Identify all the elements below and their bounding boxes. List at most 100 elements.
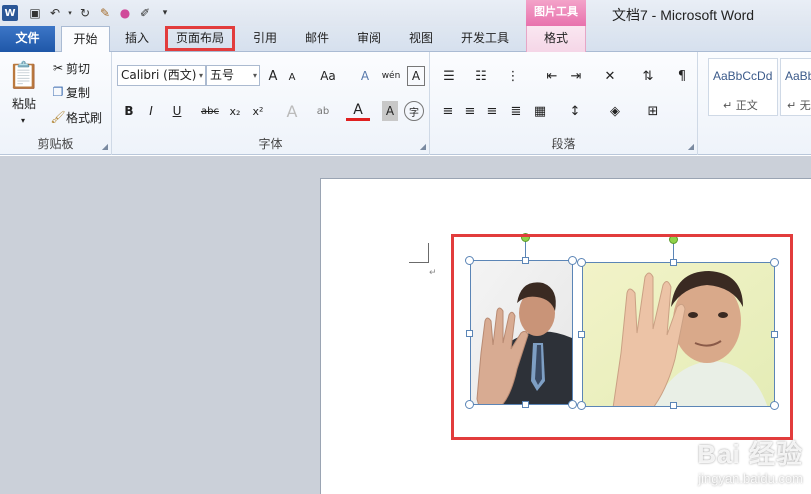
increase-indent-icon[interactable]: ⇥ <box>566 66 586 86</box>
tab-mailings[interactable]: 邮件 <box>297 26 337 52</box>
resize-handle[interactable] <box>770 401 779 410</box>
paste-dropdown-icon[interactable]: ▾ <box>16 114 30 126</box>
tab-developer[interactable]: 开发工具 <box>451 26 519 52</box>
char-border-button[interactable]: A <box>407 66 425 86</box>
resize-handle[interactable] <box>522 401 529 408</box>
cut-button[interactable]: ✂ 剪切 <box>50 59 110 77</box>
resize-handle[interactable] <box>577 401 586 410</box>
tab-format[interactable]: 格式 <box>526 26 586 52</box>
copy-button[interactable]: ❐ 复制 <box>50 83 110 101</box>
phonetic-guide-button[interactable]: wén <box>380 66 402 86</box>
char-shading-button[interactable]: A <box>382 101 398 121</box>
customize-icon[interactable]: ▾ <box>156 4 174 22</box>
save-icon[interactable]: ▣ <box>26 4 44 22</box>
quick-access-toolbar: W ▣ ↶ ▾ ↻ ✎ ● ✐ ▾ <box>0 3 176 23</box>
tab-file[interactable]: 文件 <box>0 26 55 52</box>
format-painter-button[interactable]: 🖌 格式刷 <box>50 108 110 126</box>
resize-handle[interactable] <box>465 400 474 409</box>
font-name-dropdown-icon[interactable]: ▾ <box>199 66 203 85</box>
enclose-char-button[interactable]: 字 <box>404 101 424 121</box>
tab-page-layout[interactable]: 页面布局 <box>167 26 233 52</box>
style-normal[interactable]: AaBbCcDd ↵ 正文 <box>708 58 778 116</box>
tab-review[interactable]: 审阅 <box>349 26 389 52</box>
font-size-combo[interactable]: 五号 ▾ <box>206 65 260 86</box>
undo-icon[interactable]: ↶ <box>46 4 64 22</box>
bold-button[interactable]: B <box>120 101 138 121</box>
window-title: 文档7 - Microsoft Word <box>612 7 755 23</box>
strikethrough-button[interactable]: abc <box>198 101 222 121</box>
change-case-button[interactable]: Aa <box>315 66 341 86</box>
tab-insert[interactable]: 插入 <box>116 26 158 52</box>
asian-layout-icon[interactable]: ✕ <box>598 66 622 86</box>
resize-handle[interactable] <box>568 400 577 409</box>
align-center-icon[interactable]: ≡ <box>460 101 480 121</box>
word-logo-icon[interactable]: W <box>2 5 18 21</box>
numbering-icon[interactable]: ☷ <box>470 66 492 86</box>
font-group: Calibri (西文) ▾ 五号 ▾ A A Aa A wén A B I U a… <box>112 52 430 155</box>
font-group-label: 字体 <box>258 137 283 151</box>
subscript-button[interactable]: x₂ <box>225 101 245 121</box>
rotate-handle-2[interactable] <box>669 235 678 244</box>
font-launcher-icon[interactable]: ◢ <box>420 142 426 151</box>
document-area[interactable]: ↵ <box>0 156 811 494</box>
picture-1-art <box>471 261 572 404</box>
text-effects-button[interactable]: A <box>280 101 304 121</box>
resize-handle[interactable] <box>568 256 577 265</box>
bullets-icon[interactable]: ☰ <box>438 66 460 86</box>
pen-icon[interactable]: ✐ <box>136 4 154 22</box>
borders-icon[interactable]: ⊞ <box>640 101 666 121</box>
grow-font-button[interactable]: A <box>264 66 282 86</box>
resize-handle[interactable] <box>578 331 585 338</box>
resize-handle[interactable] <box>770 258 779 267</box>
shrink-font-button[interactable]: A <box>284 68 300 86</box>
paste-button[interactable]: 📋 <box>6 58 42 94</box>
watermark-brand: Bai 经验 <box>697 439 803 469</box>
justify-icon[interactable]: ≣ <box>506 101 526 121</box>
watermark-url: jingyan.baidu.com <box>698 471 803 486</box>
paragraph-launcher-icon[interactable]: ◢ <box>688 142 694 151</box>
picture-1[interactable] <box>470 260 573 405</box>
font-color-button[interactable]: A <box>346 101 370 121</box>
resize-handle[interactable] <box>670 402 677 409</box>
font-name-combo[interactable]: Calibri (西文) ▾ <box>117 65 206 86</box>
style-no-spacing[interactable]: AaBb ↵ 无 <box>780 58 811 116</box>
sort-icon[interactable]: ⇅ <box>638 66 658 86</box>
paragraph-mark-icon: ↵ <box>429 268 437 278</box>
resize-handle[interactable] <box>771 331 778 338</box>
shading-icon[interactable]: ◈ <box>602 101 628 121</box>
redo-icon[interactable]: ↻ <box>76 4 94 22</box>
rotate-handle-1[interactable] <box>521 233 530 242</box>
clipboard-icon: 📋 <box>7 61 41 91</box>
clipboard-launcher-icon[interactable]: ◢ <box>102 142 108 151</box>
resize-handle[interactable] <box>466 330 473 337</box>
resize-handle[interactable] <box>670 259 677 266</box>
show-marks-icon[interactable]: ¶ <box>674 66 690 86</box>
undo-dropdown-icon[interactable]: ▾ <box>66 4 74 22</box>
resize-handle[interactable] <box>465 256 474 265</box>
color-icon[interactable]: ● <box>116 4 134 22</box>
format-painter-icon[interactable]: ✎ <box>96 4 114 22</box>
highlight-button[interactable]: ab <box>310 101 336 121</box>
tab-references[interactable]: 引用 <box>245 26 285 52</box>
italic-button[interactable]: I <box>142 101 160 121</box>
superscript-button[interactable]: x² <box>248 101 268 121</box>
picture-2[interactable] <box>582 262 775 407</box>
align-left-icon[interactable]: ≡ <box>438 101 458 121</box>
multilevel-list-icon[interactable]: ⋮ <box>502 66 524 86</box>
align-right-icon[interactable]: ≡ <box>482 101 502 121</box>
resize-handle[interactable] <box>577 258 586 267</box>
tab-home[interactable]: 开始 <box>61 26 110 53</box>
clipboard-group-label: 剪贴板 <box>37 137 74 151</box>
decrease-indent-icon[interactable]: ⇤ <box>542 66 562 86</box>
distributed-icon[interactable]: ▦ <box>530 101 550 121</box>
paste-label[interactable]: 粘贴 <box>6 94 42 112</box>
ribbon-tabs: 文件 开始 插入 页面布局 引用 邮件 审阅 视图 开发工具 格式 <box>0 26 811 53</box>
clear-format-button[interactable]: A <box>356 66 374 86</box>
resize-handle[interactable] <box>522 257 529 264</box>
line-spacing-icon[interactable]: ↕ <box>562 101 588 121</box>
font-size-dropdown-icon[interactable]: ▾ <box>253 66 257 85</box>
tab-view[interactable]: 视图 <box>401 26 441 52</box>
underline-button[interactable]: U <box>164 101 190 121</box>
style-normal-sample: AaBbCcDd <box>713 69 773 83</box>
copy-icon: ❐ <box>52 85 64 99</box>
